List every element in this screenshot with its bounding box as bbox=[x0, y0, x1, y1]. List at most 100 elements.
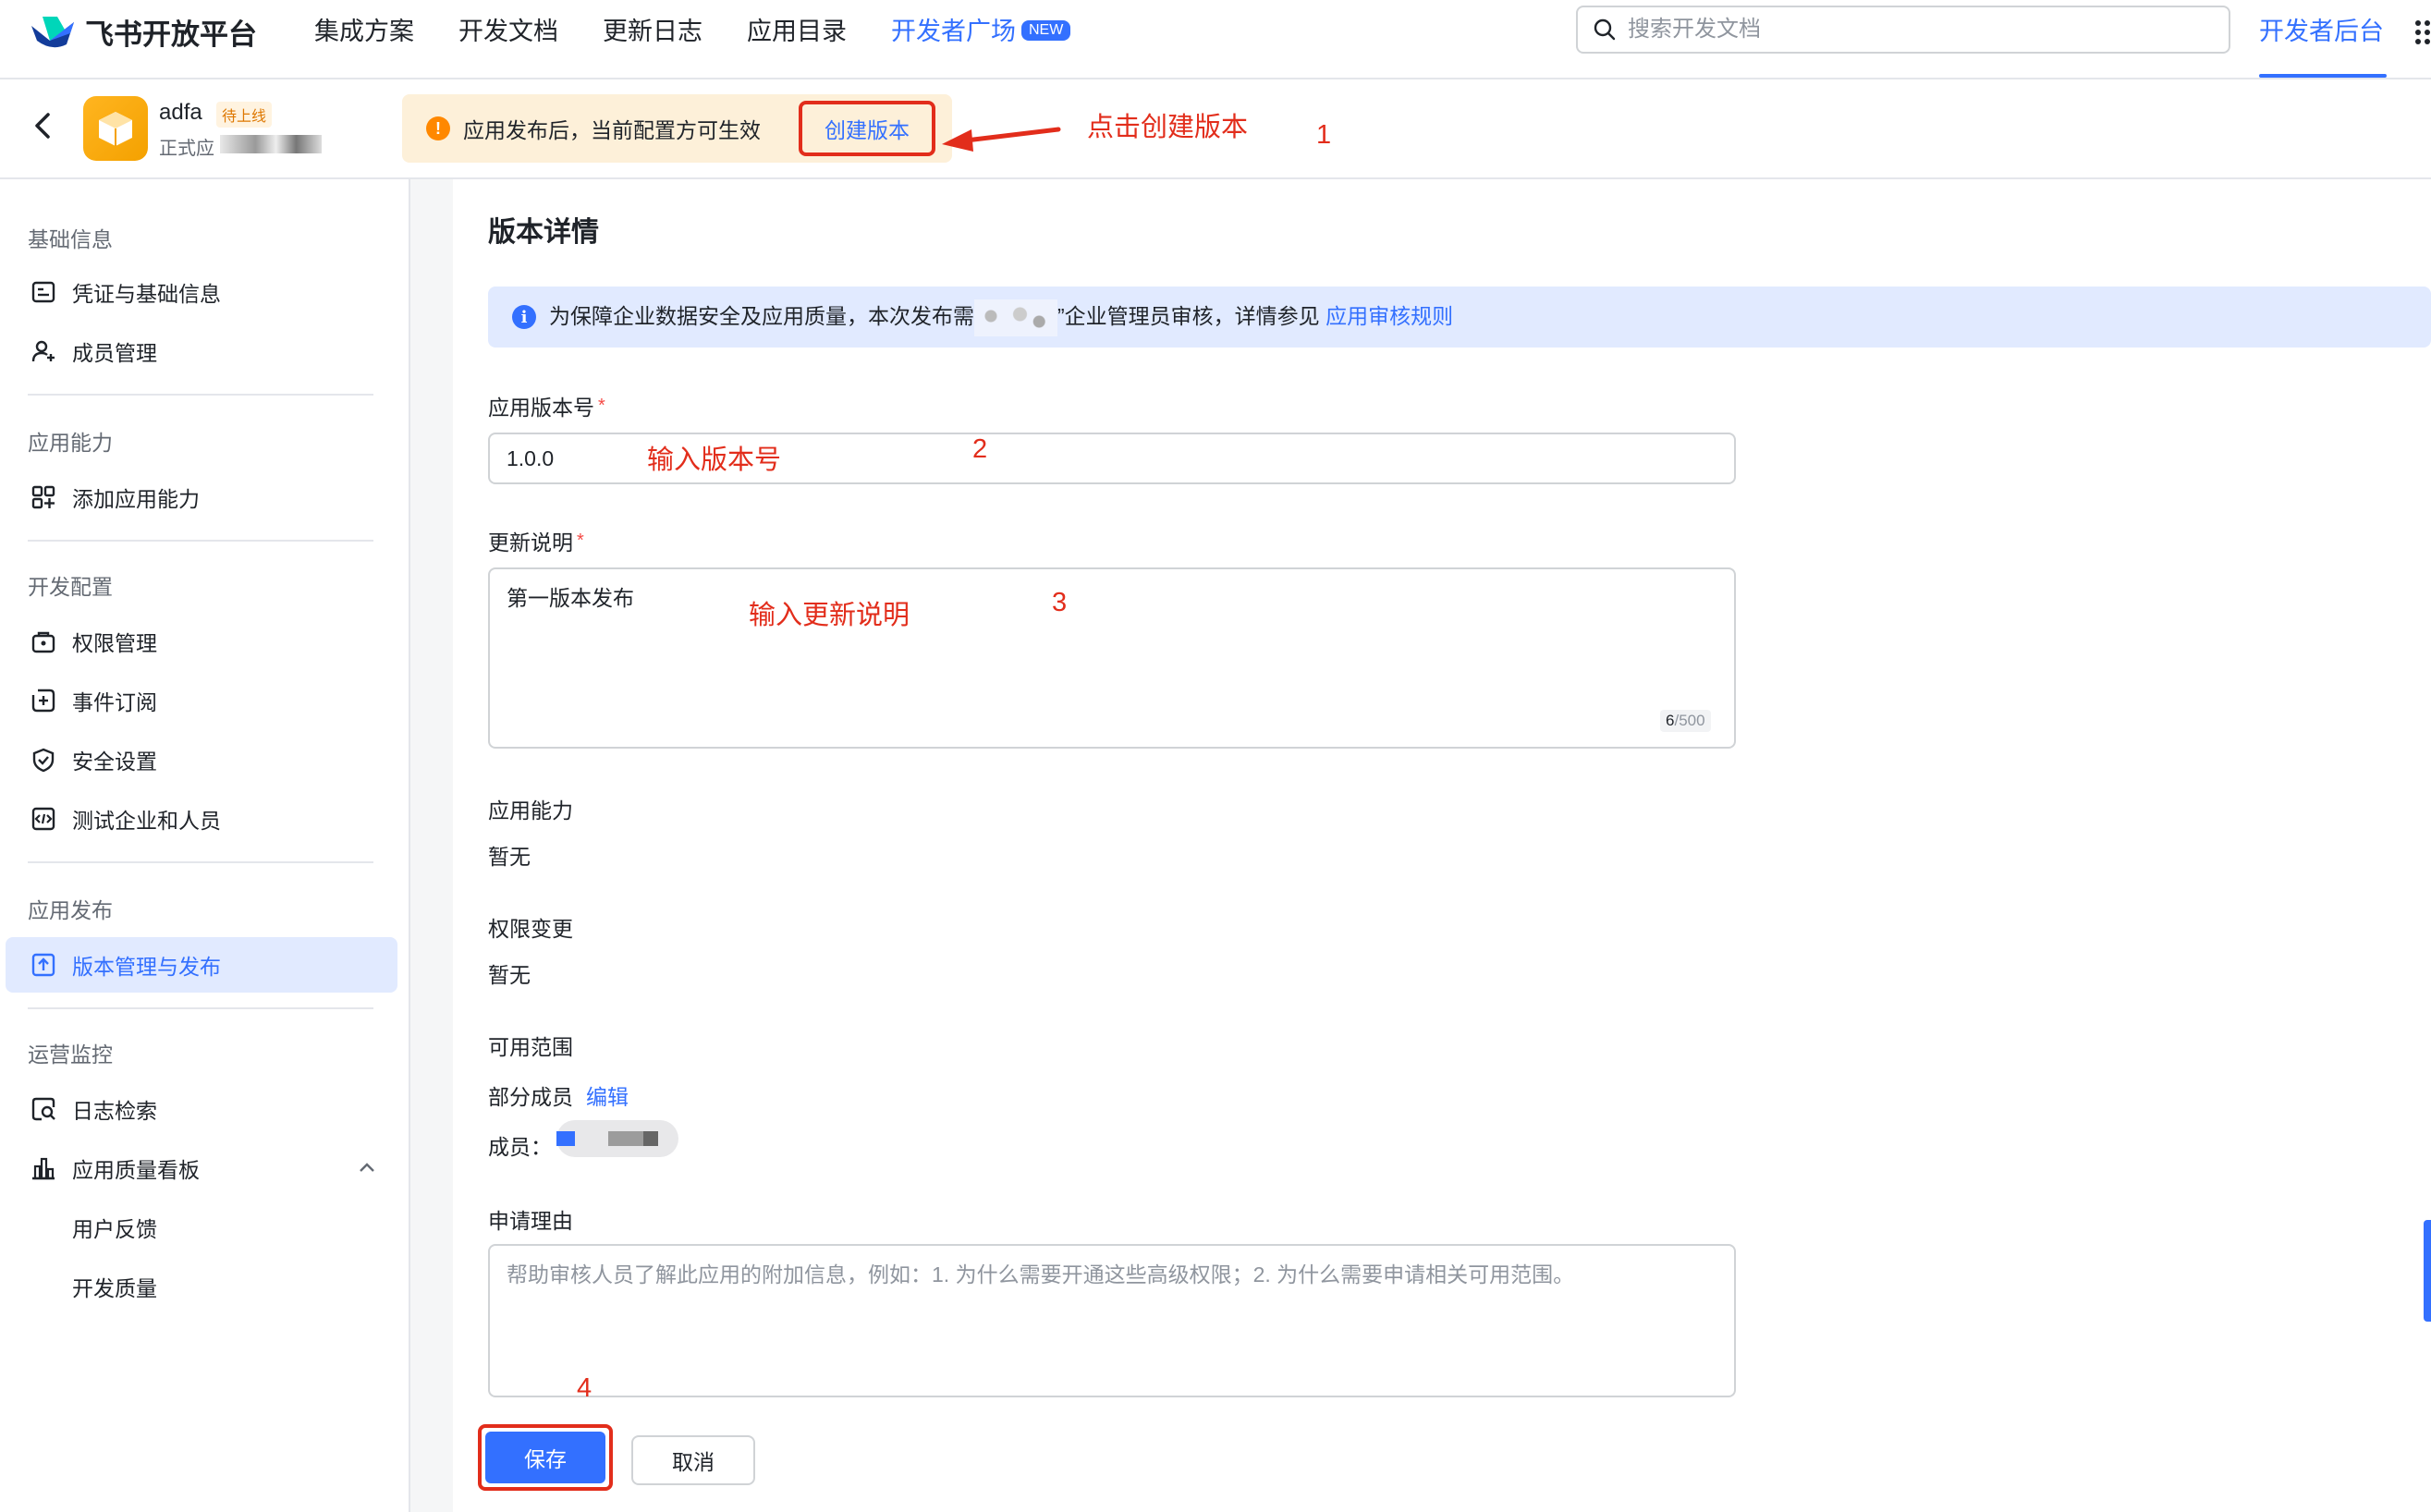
notice-text: 应用发布后，当前配置方可生效 bbox=[463, 118, 761, 142]
version-number-label: 应用版本号 * bbox=[488, 390, 605, 421]
chevron-up-icon[interactable] bbox=[357, 1157, 377, 1177]
sidebar-item-version-publish[interactable]: 版本管理与发布 bbox=[6, 937, 397, 993]
code-icon bbox=[30, 805, 57, 833]
sidebar-item-label: 开发质量 bbox=[72, 1276, 157, 1300]
redacted-mosaic bbox=[220, 135, 322, 153]
sidebar-item-security[interactable]: 安全设置 bbox=[6, 732, 397, 787]
review-info-banner: i 为保障企业数据安全及应用质量，本次发布需 ”企业管理员审核，详情参见 应用审核… bbox=[488, 287, 2431, 348]
sidebar-divider bbox=[28, 861, 373, 863]
sidebar-group-basic: 基础信息 bbox=[28, 227, 113, 251]
release-notes-label: 更新说明 * bbox=[488, 525, 584, 556]
sidebar-item-quality-board[interactable]: 应用质量看板 bbox=[6, 1140, 397, 1196]
sidebar-item-user-feedback[interactable]: 用户反馈 bbox=[6, 1200, 397, 1255]
nav-item-changelog[interactable]: 更新日志 bbox=[603, 13, 702, 50]
members-label: 成员： bbox=[488, 1135, 552, 1159]
app-type-label: 正式应 bbox=[159, 139, 214, 159]
sidebar-item-dev-quality[interactable]: 开发质量 bbox=[6, 1259, 397, 1314]
save-button-highlight: 保存 bbox=[478, 1424, 613, 1491]
capability-value: 暂无 bbox=[488, 845, 531, 869]
release-notes-textarea[interactable] bbox=[488, 567, 1736, 749]
create-version-button[interactable]: 创建版本 bbox=[799, 101, 935, 156]
page-title: 版本详情 bbox=[488, 217, 599, 248]
info-text-before: 为保障企业数据安全及应用质量，本次发布需 bbox=[549, 303, 974, 328]
cancel-button[interactable]: 取消 bbox=[631, 1435, 755, 1485]
sidebar-group-dev-config: 开发配置 bbox=[28, 575, 113, 599]
sidebar-item-credentials[interactable]: 凭证与基础信息 bbox=[6, 264, 397, 320]
search-input[interactable] bbox=[1628, 17, 2182, 43]
nav-menu: 集成方案 开发文档 更新日志 应用目录 开发者广场 NEW bbox=[314, 13, 1115, 50]
sidebar-item-test-tenants[interactable]: 测试企业和人员 bbox=[6, 791, 397, 847]
brand-name: 飞书开放平台 bbox=[85, 18, 257, 51]
developer-console-link[interactable]: 开发者后台 bbox=[2259, 13, 2384, 50]
scope-value-text: 部分成员 bbox=[488, 1085, 573, 1109]
annotation-step3-text: 输入更新说明 bbox=[749, 601, 910, 630]
sidebar-group-monitoring: 运营监控 bbox=[28, 1043, 113, 1067]
sidebar-item-label: 应用质量看板 bbox=[72, 1158, 200, 1182]
save-button[interactable]: 保存 bbox=[485, 1432, 605, 1483]
more-dots-icon[interactable] bbox=[2414, 18, 2431, 46]
permission-change-value: 暂无 bbox=[488, 963, 531, 987]
search-box[interactable] bbox=[1576, 6, 2230, 54]
sidebar-divider bbox=[28, 394, 373, 396]
sidebar-item-add-capability[interactable]: 添加应用能力 bbox=[6, 469, 397, 525]
scope-value: 部分成员 编辑 bbox=[488, 1079, 629, 1111]
char-counter: 6/500 bbox=[1660, 710, 1711, 732]
active-tab-indicator bbox=[2259, 74, 2387, 78]
required-mark: * bbox=[577, 530, 584, 551]
add-member-icon bbox=[30, 337, 57, 365]
sidebar-item-log-search[interactable]: 日志检索 bbox=[6, 1081, 397, 1137]
info-text-after: ”企业管理员审核，详情参见 bbox=[1057, 303, 1320, 328]
release-notes-label-text: 更新说明 bbox=[488, 530, 573, 555]
sidebar-group-publish: 应用发布 bbox=[28, 898, 113, 922]
sidebar-item-label: 日志检索 bbox=[72, 1099, 157, 1123]
shield-icon bbox=[30, 746, 57, 774]
member-avatar-redacted bbox=[556, 1120, 678, 1157]
required-mark: * bbox=[598, 396, 605, 416]
sidebar-item-permissions[interactable]: 权限管理 bbox=[6, 614, 397, 669]
scope-label: 可用范围 bbox=[488, 1035, 573, 1059]
top-nav: 飞书开放平台 集成方案 开发文档 更新日志 应用目录 开发者广场NEW 开发者后… bbox=[0, 0, 2431, 79]
permission-change-label: 权限变更 bbox=[488, 917, 573, 941]
new-badge: NEW bbox=[1021, 20, 1071, 41]
cube-icon bbox=[99, 112, 132, 146]
sidebar-item-label: 用户反馈 bbox=[72, 1217, 157, 1241]
info-icon: i bbox=[512, 305, 536, 329]
annotation-number-3: 3 bbox=[1052, 588, 1068, 617]
credential-icon bbox=[30, 278, 57, 306]
bar-chart-icon bbox=[30, 1154, 57, 1182]
annotation-step2-text: 输入版本号 bbox=[647, 445, 782, 475]
sidebar-group-capability: 应用能力 bbox=[28, 431, 113, 455]
annotation-arrow bbox=[942, 127, 1061, 152]
sidebar-divider bbox=[28, 540, 373, 542]
sidebar-item-label: 安全设置 bbox=[72, 750, 157, 774]
version-number-label-text: 应用版本号 bbox=[488, 396, 594, 420]
sidebar-item-label: 事件订阅 bbox=[72, 690, 157, 714]
nav-item-docs[interactable]: 开发文档 bbox=[458, 13, 558, 50]
redacted-mosaic bbox=[974, 299, 1057, 336]
brand-logo[interactable]: 飞书开放平台 bbox=[30, 11, 257, 52]
nav-item-app-directory[interactable]: 应用目录 bbox=[747, 13, 847, 50]
status-badge: 待上线 bbox=[216, 102, 273, 128]
floating-help-tab[interactable] bbox=[2424, 1220, 2431, 1322]
scope-edit-link[interactable]: 编辑 bbox=[586, 1085, 629, 1109]
sidebar-divider bbox=[28, 1007, 373, 1009]
annotation-number-4: 4 bbox=[577, 1373, 592, 1403]
grid-plus-icon bbox=[30, 483, 57, 511]
capability-label: 应用能力 bbox=[488, 799, 573, 823]
annotation-number-2: 2 bbox=[972, 434, 988, 464]
info-text: 为保障企业数据安全及应用质量，本次发布需 ”企业管理员审核，详情参见 应用审核规则 bbox=[549, 299, 1453, 336]
sidebar-item-members[interactable]: 成员管理 bbox=[6, 323, 397, 379]
nav-item-developer-plaza-label: 开发者广场 bbox=[891, 18, 1016, 45]
nav-item-developer-plaza[interactable]: 开发者广场 NEW bbox=[891, 13, 1071, 50]
nav-item-solutions[interactable]: 集成方案 bbox=[314, 13, 414, 50]
sidebar-item-label: 权限管理 bbox=[72, 631, 157, 655]
reason-label: 申请理由 bbox=[488, 1209, 573, 1233]
app-avatar bbox=[83, 96, 148, 161]
upload-icon bbox=[30, 951, 57, 979]
reason-textarea[interactable] bbox=[488, 1244, 1736, 1397]
review-rules-link[interactable]: 应用审核规则 bbox=[1325, 304, 1453, 328]
event-icon bbox=[30, 687, 57, 714]
sidebar-item-events[interactable]: 事件订阅 bbox=[6, 673, 397, 728]
sidebar-item-label: 添加应用能力 bbox=[72, 487, 200, 511]
back-arrow-icon[interactable] bbox=[26, 107, 59, 144]
